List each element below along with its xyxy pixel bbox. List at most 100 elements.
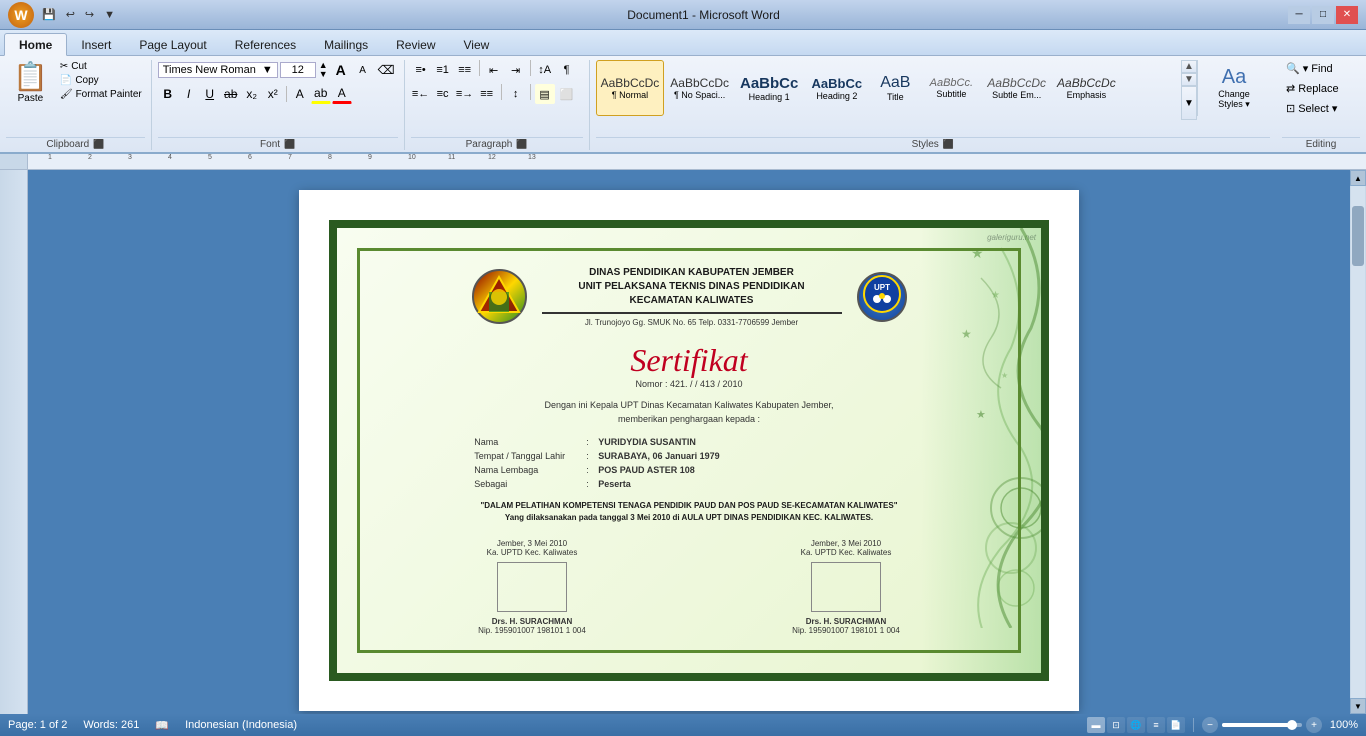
cert-body-text: Dengan ini Kepala UPT Dinas Kecamatan Ka… <box>375 399 1003 426</box>
gallery-up[interactable]: ▲ <box>1181 60 1197 73</box>
style-subtitle[interactable]: AaBbCc. Subtitle <box>921 60 981 116</box>
justify-button[interactable]: ≡≡ <box>477 84 497 104</box>
cert-org-address: Jl. Trunojoyo Gg. SMUK No. 65 Telp. 0331… <box>542 318 842 327</box>
scroll-track[interactable] <box>1351 186 1365 698</box>
font-format-row: B I U ab x₂ x² A ab A <box>158 84 398 104</box>
superscript-button[interactable]: x² <box>263 84 283 104</box>
gallery-down[interactable]: ▼ <box>1181 73 1197 86</box>
border-button[interactable]: ⬜ <box>557 84 577 104</box>
scroll-thumb[interactable] <box>1352 206 1364 266</box>
scroll-up-button[interactable]: ▲ <box>1350 170 1366 186</box>
numbering-button[interactable]: ≡1 <box>433 60 453 80</box>
font-size-shrink-button[interactable]: A <box>353 60 373 80</box>
subscript-button[interactable]: x₂ <box>242 84 262 104</box>
draft-btn[interactable]: 📄 <box>1167 717 1185 733</box>
replace-button[interactable]: ⇄ Replace <box>1282 80 1360 97</box>
tab-mailings[interactable]: Mailings <box>310 34 382 55</box>
cert-org-divider <box>542 312 842 314</box>
strikethrough-button[interactable]: ab <box>221 84 241 104</box>
find-button[interactable]: 🔍 ▾ Find <box>1282 60 1360 77</box>
format-painter-button[interactable]: 🖌 Format Painter <box>57 88 145 101</box>
tab-insert[interactable]: Insert <box>67 34 125 55</box>
tab-references[interactable]: References <box>221 34 310 55</box>
align-center-button[interactable]: ≡c <box>433 84 453 104</box>
qa-dropdown[interactable]: ▼ <box>100 7 119 23</box>
italic-button[interactable]: I <box>179 84 199 104</box>
shading-button[interactable]: ▤ <box>535 84 555 104</box>
copy-button[interactable]: 📄 Copy <box>57 74 145 87</box>
clipboard-expand[interactable]: ⬛ <box>93 139 104 150</box>
tab-home[interactable]: Home <box>4 33 67 56</box>
outline-btn[interactable]: ≡ <box>1147 717 1165 733</box>
close-button[interactable]: ✕ <box>1336 6 1358 24</box>
sort-button[interactable]: ↕A <box>535 60 555 80</box>
font-size-grow-button[interactable]: A <box>331 60 351 80</box>
decrease-indent-button[interactable]: ⇤ <box>484 60 504 80</box>
minimize-button[interactable]: ─ <box>1288 6 1310 24</box>
zoom-in-button[interactable]: + <box>1306 717 1322 733</box>
multilevel-button[interactable]: ≡≡ <box>455 60 475 80</box>
style-no-spacing[interactable]: AaBbCcDc ¶ No Spaci... <box>665 60 734 116</box>
style-emphasis[interactable]: AaBbCcDc Emphasis <box>1052 60 1121 116</box>
cut-button[interactable]: ✂ Cut <box>57 60 145 73</box>
paragraph-expand[interactable]: ⬛ <box>516 139 527 150</box>
style-normal[interactable]: AaBbCcDc ¶ Normal <box>596 60 665 116</box>
clipboard-right: ✂ Cut 📄 Copy 🖌 Format Painter <box>57 60 145 101</box>
style-title[interactable]: AaB Title <box>870 60 920 116</box>
scroll-area[interactable]: galeriguru.net ★ ★ ★ <box>28 170 1350 714</box>
paragraph-content: ≡• ≡1 ≡≡ ⇤ ⇥ ↕A ¶ ≡← ≡c ≡→ ≡≡ ↕ ▤ ⬜ <box>411 60 583 137</box>
select-button[interactable]: ⊡ Select ▾ <box>1282 100 1360 117</box>
web-layout-btn[interactable]: 🌐 <box>1127 717 1145 733</box>
underline-button[interactable]: U <box>200 84 220 104</box>
text-effects-button[interactable]: A <box>290 84 310 104</box>
gallery-nav: ▲ ▼ ▼ <box>1181 60 1197 120</box>
font-size-decrease[interactable]: ▼ <box>318 70 329 79</box>
change-styles-button[interactable]: Aa ChangeStyles ▾ <box>1204 62 1264 114</box>
font-color-button[interactable]: A <box>332 84 352 104</box>
clear-format-button[interactable]: ⌫ <box>375 60 398 80</box>
paste-button[interactable]: 📋 Paste <box>6 60 55 107</box>
show-marks-button[interactable]: ¶ <box>557 60 577 80</box>
format-painter-label: Format Painter <box>76 89 142 100</box>
maximize-button[interactable]: □ <box>1312 6 1334 24</box>
ruler: 1 2 3 4 5 6 7 8 9 10 11 12 13 <box>0 154 1366 170</box>
cert-highlight-text: "DALAM PELATIHAN KOMPETENSI TENAGA PENDI… <box>395 500 983 524</box>
scroll-down-button[interactable]: ▼ <box>1350 698 1366 714</box>
style-no-spacing-label: ¶ No Spaci... <box>674 90 725 100</box>
style-heading1[interactable]: AaBbCc Heading 1 <box>735 60 803 116</box>
gallery-more[interactable]: ▼ <box>1181 86 1197 120</box>
office-button[interactable]: W <box>8 2 34 28</box>
spell-icon: 📖 <box>155 719 169 732</box>
status-right: ▬ ⊡ 🌐 ≡ 📄 − + 100% <box>1087 717 1358 733</box>
increase-indent-button[interactable]: ⇥ <box>506 60 526 80</box>
align-right-button[interactable]: ≡→ <box>455 84 475 104</box>
font-size-selector[interactable]: 12 <box>280 62 316 78</box>
cert-logo-right: UPT <box>857 272 907 322</box>
bold-button[interactable]: B <box>158 84 178 104</box>
cut-label: Cut <box>71 61 87 72</box>
tab-view[interactable]: View <box>450 34 504 55</box>
cert-org-info: DINAS PENDIDIKAN KABUPATEN JEMBER UNIT P… <box>542 266 842 327</box>
style-heading2[interactable]: AaBbCc Heading 2 <box>804 60 869 116</box>
status-left: Page: 1 of 2 Words: 261 📖 Indonesian (In… <box>8 719 297 732</box>
highlight-button[interactable]: ab <box>311 84 331 104</box>
full-screen-btn[interactable]: ⊡ <box>1107 717 1125 733</box>
zoom-slider[interactable] <box>1222 723 1302 727</box>
cert-number: Nomor : 421. / / 413 / 2010 <box>375 379 1003 389</box>
line-spacing-button[interactable]: ↕ <box>506 84 526 104</box>
tab-page-layout[interactable]: Page Layout <box>125 34 220 55</box>
print-layout-btn[interactable]: ▬ <box>1087 717 1105 733</box>
tab-review[interactable]: Review <box>382 34 449 55</box>
ribbon-tabs: Home Insert Page Layout References Maili… <box>0 30 1366 56</box>
styles-expand[interactable]: ⬛ <box>943 139 954 150</box>
style-subtle-emphasis[interactable]: AaBbCcDc Subtle Em... <box>982 60 1051 116</box>
redo-qa-button[interactable]: ↪ <box>81 6 98 23</box>
font-name-selector[interactable]: Times New Roman ▼ <box>158 62 278 78</box>
undo-qa-button[interactable]: ↩ <box>62 6 79 23</box>
save-qa-button[interactable]: 💾 <box>38 6 60 23</box>
bullets-button[interactable]: ≡• <box>411 60 431 80</box>
zoom-out-button[interactable]: − <box>1202 717 1218 733</box>
style-emphasis-label: Emphasis <box>1067 90 1107 100</box>
font-expand[interactable]: ⬛ <box>284 139 295 150</box>
align-left-button[interactable]: ≡← <box>411 84 431 104</box>
